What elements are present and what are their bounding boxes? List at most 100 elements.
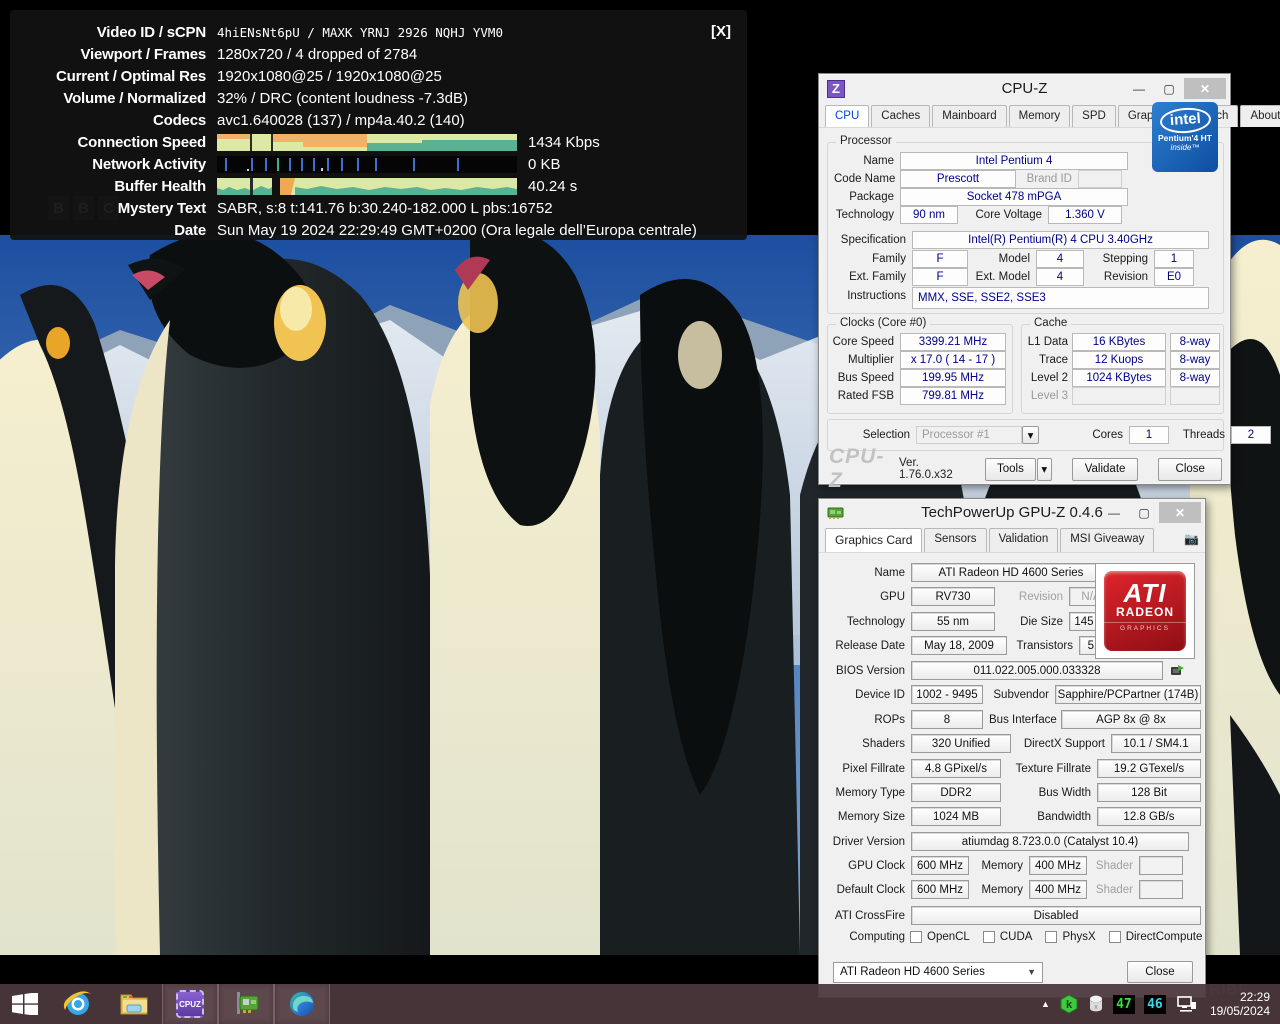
processor-selection-dropdown[interactable]: Processor #1 (916, 426, 1022, 444)
opencl-checkbox[interactable] (910, 931, 922, 943)
field-label: Pixel Fillrate (825, 763, 905, 775)
l3-assoc-value (1170, 387, 1220, 405)
field-label: Memory Size (825, 811, 905, 823)
cpu-temp-tray-readout[interactable]: 46 (1144, 995, 1166, 1014)
start-button[interactable] (0, 984, 50, 1024)
field-label: Bandwidth (1007, 811, 1091, 823)
cache-groupbox: Cache L1 Data 16 KBytes 8-way Trace 12 K… (1021, 324, 1224, 414)
taskbar-internet-explorer[interactable] (50, 984, 106, 1024)
minimize-icon[interactable]: — (1124, 78, 1154, 99)
tab-sensors[interactable]: Sensors (924, 528, 986, 552)
model-value: 4 (1036, 250, 1084, 268)
stats-value: 0 KB (528, 156, 561, 173)
stats-close-button[interactable]: [X] (711, 23, 731, 40)
stats-label: Codecs (24, 112, 206, 129)
physx-checkbox[interactable] (1045, 931, 1057, 943)
field-label: Release Date (825, 640, 905, 652)
field-label: L1 Data (1026, 336, 1068, 348)
taskbar: CPUZ ▲ k x (0, 984, 1280, 1024)
taskbar-clock[interactable]: 22:29 19/05/2024 (1206, 990, 1270, 1018)
tab-about[interactable]: About (1240, 105, 1280, 127)
shader-clock-value (1139, 856, 1183, 875)
windows-logo-icon (12, 993, 38, 1015)
stats-row: Codecs avc1.640028 (137) / mp4a.40.2 (14… (10, 109, 747, 131)
cpuz-close-button[interactable]: Close (1158, 458, 1222, 481)
cores-value: 1 (1129, 426, 1169, 444)
specification-value: Intel(R) Pentium(R) 4 CPU 3.40GHz (912, 231, 1209, 249)
screenshot-camera-icon[interactable]: 📷 (1184, 528, 1199, 552)
memory-clock-value: 400 MHz (1029, 856, 1087, 875)
stats-row-connection: Connection Speed 1434 Kbps (10, 131, 747, 153)
field-label: Texture Fillrate (1007, 763, 1091, 775)
taskbar-file-explorer[interactable] (106, 984, 162, 1024)
validate-button[interactable]: Validate (1072, 458, 1139, 481)
field-label: Shader (1093, 884, 1133, 896)
tab-caches[interactable]: Caches (871, 105, 930, 127)
white-utility-tray-icon[interactable]: x (1088, 994, 1104, 1014)
bios-chip-icon[interactable] (1169, 664, 1185, 677)
tab-mainboard[interactable]: Mainboard (932, 105, 1006, 127)
release-date-value: May 18, 2009 (911, 636, 1007, 655)
tab-cpu[interactable]: CPU (825, 105, 869, 127)
field-label: Cores (1067, 429, 1123, 441)
core-speed-value: 3399.21 MHz (900, 333, 1006, 351)
cpu-name-value: Intel Pentium 4 (900, 152, 1128, 170)
taskbar-gpuz[interactable] (218, 984, 274, 1024)
field-label: Subvendor (989, 689, 1049, 701)
field-label: Core Speed (832, 336, 894, 348)
minimize-icon[interactable]: — (1099, 502, 1129, 523)
close-icon[interactable]: ✕ (1184, 78, 1226, 99)
field-label: Computing (825, 931, 905, 943)
maximize-icon[interactable]: ▢ (1154, 78, 1184, 99)
internet-explorer-icon (63, 990, 93, 1018)
dropdown-arrow-icon[interactable]: ▾ (1022, 426, 1039, 444)
cuda-checkbox[interactable] (983, 931, 995, 943)
field-label: Level 3 (1026, 390, 1068, 402)
revision-value: E0 (1154, 268, 1194, 286)
stats-row: Volume / Normalized 32% / DRC (content l… (10, 87, 747, 109)
taskbar-cpuz[interactable]: CPUZ (162, 984, 218, 1024)
directcompute-checkbox[interactable] (1109, 931, 1121, 943)
show-hidden-icons-arrow[interactable]: ▲ (1041, 999, 1050, 1009)
gpu-select-dropdown[interactable]: ATI Radeon HD 4600 Series ▼ (833, 962, 1043, 983)
kaspersky-tray-icon[interactable]: k (1059, 994, 1079, 1014)
cpuz-titlebar: CPU-Z Z — ▢ ✕ (819, 74, 1230, 103)
gpu-temp-tray-readout[interactable]: 47 (1113, 995, 1135, 1014)
l1-data-value: 16 KBytes (1072, 333, 1166, 351)
tools-dropdown-icon[interactable]: ▾ (1037, 458, 1052, 481)
tab-graphics-card[interactable]: Graphics Card (825, 528, 922, 552)
stepping-value: 1 (1154, 250, 1194, 268)
field-label: Driver Version (825, 836, 905, 848)
taskbar-edge[interactable] (274, 984, 330, 1024)
ati-logo-box: ATI RADEON GRAPHICS (1095, 563, 1195, 659)
crossfire-value: Disabled (911, 906, 1201, 925)
tools-button[interactable]: Tools (985, 458, 1036, 481)
network-tray-icon[interactable] (1175, 994, 1197, 1014)
tab-msi-giveaway[interactable]: MSI Giveaway (1060, 528, 1154, 552)
field-label: Bus Interface (989, 714, 1055, 726)
tab-memory[interactable]: Memory (1009, 105, 1071, 127)
close-icon[interactable]: ✕ (1159, 502, 1201, 523)
package-value: Socket 478 mPGA (900, 188, 1128, 206)
stats-row: Mystery Text SABR, s:8 t:141.76 b:30.240… (10, 197, 747, 219)
driver-version-value: atiumdag 8.723.0.0 (Catalyst 10.4) (911, 832, 1189, 851)
field-label: ROPs (825, 714, 905, 726)
file-explorer-icon (119, 991, 149, 1017)
field-label: Ext. Model (974, 271, 1030, 283)
field-label: Specification (834, 234, 906, 246)
field-label: ATI CrossFire (825, 910, 905, 922)
field-label: Model (974, 253, 1030, 265)
stats-value: 1434 Kbps (528, 134, 600, 151)
network-activity-graph (217, 156, 517, 173)
checkbox-label: OpenCL (927, 931, 970, 943)
tab-spd[interactable]: SPD (1072, 105, 1116, 127)
family-value: F (912, 250, 968, 268)
gpuz-titlebar: TechPowerUp GPU-Z 0.4.6 — ▢ ✕ (819, 499, 1205, 526)
gpuz-close-button[interactable]: Close (1127, 961, 1193, 983)
l2-assoc-value: 8-way (1170, 369, 1220, 387)
maximize-icon[interactable]: ▢ (1129, 502, 1159, 523)
tab-validation[interactable]: Validation (989, 528, 1059, 552)
field-label: Stepping (1090, 253, 1148, 265)
intel-pentium-text: Pentium'4 HT (1152, 133, 1218, 143)
stats-row-buffer: Buffer Health 40.24 s (10, 175, 747, 197)
